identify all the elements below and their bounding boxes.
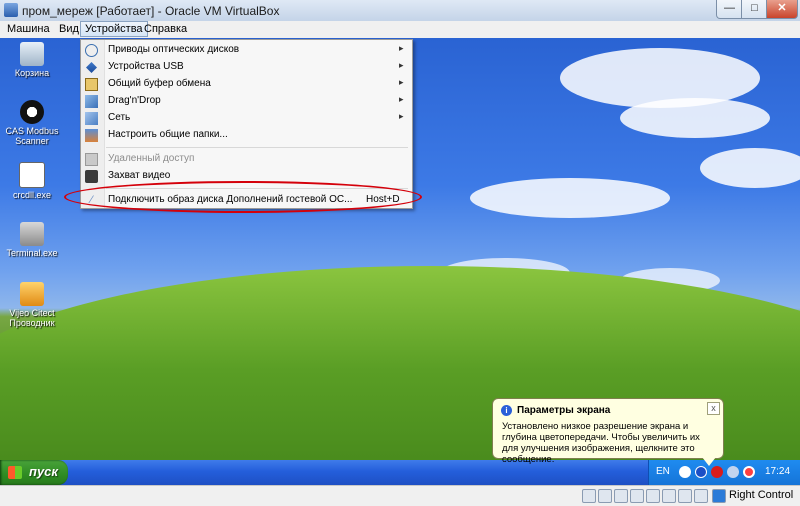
menu-item-remote-display: Удаленный доступ	[81, 151, 412, 168]
close-button[interactable]: ✕	[766, 0, 798, 19]
keyboard-capture-icon[interactable]	[712, 489, 726, 503]
exe-file-icon	[19, 162, 45, 188]
menu-bar: Машина Вид Устройства Справка	[0, 21, 800, 39]
desktop-icon-vijeo-citect[interactable]: Vijeo Citect Проводник	[2, 282, 62, 328]
vijeo-citect-icon	[20, 282, 44, 306]
video-capture-status-icon[interactable]	[678, 489, 692, 503]
terminal-icon	[20, 222, 44, 246]
usb-icon	[85, 61, 98, 74]
tray-clock: 17:24	[765, 466, 791, 477]
balloon-close-button[interactable]: x	[707, 402, 720, 415]
usb-status-icon[interactable]	[614, 489, 628, 503]
modbus-scanner-icon	[20, 100, 44, 124]
minimize-button[interactable]: —	[716, 0, 743, 19]
display-status-icon[interactable]	[646, 489, 660, 503]
desktop-icon-label: CAS Modbus Scanner	[5, 126, 59, 146]
clipboard-icon	[85, 78, 98, 91]
menu-item-network[interactable]: Сеть ▸	[81, 110, 412, 127]
cpu-status-icon[interactable]	[694, 489, 708, 503]
menu-item-optical-drives[interactable]: Приводы оптических дисков ▸	[81, 42, 412, 59]
balloon-title: Параметры экрана	[517, 405, 611, 416]
drag-drop-icon	[85, 95, 98, 108]
host-key-label: Right Control	[729, 489, 794, 501]
balloon-message[interactable]: Установлено низкое разрешение экрана и г…	[502, 421, 716, 465]
submenu-arrow-icon: ▸	[399, 94, 404, 104]
vm-status-bar: Right Control	[0, 485, 800, 506]
submenu-arrow-icon: ▸	[399, 60, 404, 70]
maximize-button[interactable]: □	[741, 0, 768, 19]
menu-view[interactable]: Вид	[55, 22, 83, 36]
remote-display-icon	[85, 153, 98, 166]
desktop-icon-cas-modbus-scanner[interactable]: CAS Modbus Scanner	[2, 100, 62, 146]
window-title-bar: пром_мереж [Работает] - Oracle VM Virtua…	[0, 0, 800, 22]
menu-help[interactable]: Справка	[140, 22, 191, 36]
record-tray-icon[interactable]	[743, 466, 755, 478]
shared-folders-icon	[85, 129, 98, 142]
start-button[interactable]: пуск	[0, 460, 68, 485]
bluetooth-tray-icon[interactable]	[695, 466, 707, 478]
optical-disk-icon	[85, 44, 98, 57]
desktop-icon-recycle-bin[interactable]: Корзина	[2, 42, 62, 78]
windows-logo-icon	[8, 466, 22, 479]
menu-item-shared-folders[interactable]: Настроить общие папки...	[81, 127, 412, 144]
desktop-icon-label: crcdll.exe	[12, 190, 51, 200]
desktop-icon-crcdll[interactable]: crcdll.exe	[2, 162, 62, 200]
desktop-icon-label: Корзина	[14, 68, 50, 78]
menu-devices[interactable]: Устройства	[80, 21, 148, 37]
video-capture-icon	[85, 170, 98, 183]
start-label: пуск	[29, 464, 58, 479]
menu-item-label: Настроить общие папки...	[108, 129, 228, 140]
recycle-bin-icon	[20, 42, 44, 66]
window-title: пром_мереж [Работает] - Oracle VM Virtua…	[22, 4, 280, 18]
optical-drive-status-icon[interactable]	[598, 489, 612, 503]
notification-balloon[interactable]: i Параметры экрана x Установлено низкое …	[492, 398, 724, 466]
menu-item-label: Сеть	[108, 112, 131, 123]
submenu-arrow-icon: ▸	[399, 43, 404, 53]
menu-item-label: Приводы оптических дисков	[108, 44, 240, 55]
language-indicator[interactable]: EN	[656, 466, 670, 477]
network-icon	[85, 112, 98, 125]
info-icon: i	[501, 405, 512, 416]
shared-folders-status-icon[interactable]	[630, 489, 644, 503]
network-tray-icon[interactable]	[679, 466, 691, 478]
menu-item-label: Захват видео	[108, 170, 171, 181]
highlight-ellipse	[64, 181, 422, 213]
display-tray-icon[interactable]	[727, 466, 739, 478]
menu-item-label: Устройства USB	[108, 61, 184, 72]
virtualbox-icon	[4, 3, 18, 17]
menu-item-label: Drag'n'Drop	[108, 95, 161, 106]
security-alert-tray-icon[interactable]	[711, 466, 723, 478]
menu-item-label: Удаленный доступ	[108, 153, 195, 164]
hard-disk-status-icon[interactable]	[582, 489, 596, 503]
menu-item-usb-devices[interactable]: Устройства USB ▸	[81, 59, 412, 76]
submenu-arrow-icon: ▸	[399, 111, 404, 121]
menu-item-label: Общий буфер обмена	[108, 78, 211, 89]
desktop-icon-terminal[interactable]: Terminal.exe	[2, 222, 62, 258]
menu-item-shared-clipboard[interactable]: Общий буфер обмена ▸	[81, 76, 412, 93]
desktop-icon-label: Terminal.exe	[6, 248, 58, 258]
network-status-icon[interactable]	[662, 489, 676, 503]
menu-item-drag-drop[interactable]: Drag'n'Drop ▸	[81, 93, 412, 110]
menu-machine[interactable]: Машина	[3, 22, 54, 36]
submenu-arrow-icon: ▸	[399, 77, 404, 87]
desktop-icon-label: Vijeo Citect Проводник	[9, 308, 55, 328]
menu-separator	[106, 147, 408, 148]
